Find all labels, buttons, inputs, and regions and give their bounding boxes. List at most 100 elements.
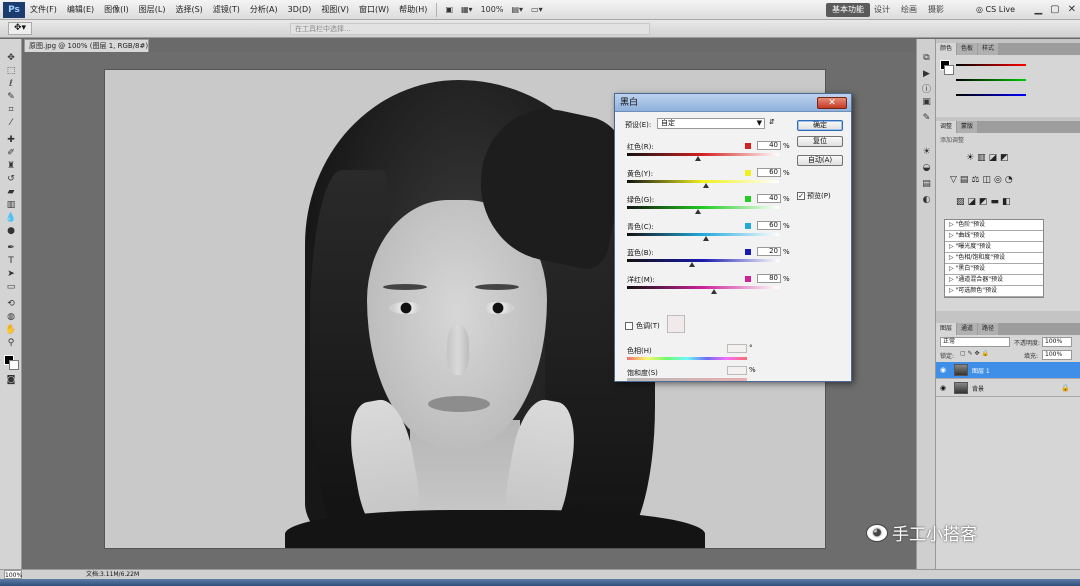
preview-checkbox-row[interactable]: ✓ 预览(P) bbox=[797, 191, 831, 201]
tool-preset-picker[interactable]: ✥▾ bbox=[8, 22, 32, 35]
tools-panel-icon[interactable]: ▤ bbox=[921, 179, 932, 190]
type-tool-icon[interactable]: T bbox=[5, 256, 17, 266]
layer-row[interactable]: ◉ 图层 1 bbox=[936, 362, 1080, 379]
menu-filter[interactable]: 滤镜(T) bbox=[208, 4, 245, 15]
crop-tool-icon[interactable]: ⌗ bbox=[5, 105, 17, 115]
menu-help[interactable]: 帮助(H) bbox=[394, 4, 432, 15]
adjust-row-1[interactable]: ☀▥◪◩ bbox=[966, 153, 1012, 163]
channel-track[interactable] bbox=[627, 285, 779, 289]
preset-list-item[interactable]: ▷ "黑白"预设 bbox=[945, 264, 1043, 275]
color-bg-swatch[interactable] bbox=[944, 65, 954, 75]
tab-swatches[interactable]: 色板 bbox=[957, 43, 978, 55]
eraser-tool-icon[interactable]: ▰ bbox=[5, 187, 17, 197]
gradient-tool-icon[interactable]: ▥ bbox=[5, 200, 17, 210]
tab-paths[interactable]: 路径 bbox=[978, 323, 999, 335]
tab-adjustments[interactable]: 调整 bbox=[936, 121, 957, 133]
hue-field[interactable] bbox=[727, 344, 747, 353]
workspace-painting[interactable]: 绘画 bbox=[901, 3, 917, 17]
dodge-tool-icon[interactable]: ● bbox=[5, 226, 17, 236]
channel-value-field[interactable]: 40 bbox=[757, 194, 781, 203]
hand-tool-icon[interactable]: ✋ bbox=[5, 325, 17, 335]
status-zoom[interactable]: 100% bbox=[4, 570, 22, 579]
zoom-level[interactable]: 100% bbox=[477, 5, 508, 14]
menu-view[interactable]: 视图(V) bbox=[316, 4, 354, 15]
channel-slider-thumb[interactable] bbox=[703, 235, 710, 241]
blue-slider[interactable] bbox=[956, 94, 1026, 96]
shape-tool-icon[interactable]: ▭ bbox=[5, 282, 17, 292]
saturation-field[interactable] bbox=[727, 366, 747, 375]
brightness-panel-icon[interactable]: ☀ bbox=[921, 147, 932, 158]
3d-orbit-icon[interactable]: ◍ bbox=[5, 312, 17, 322]
quick-mask-icon[interactable]: ◙ bbox=[5, 375, 17, 385]
brush-tool-icon[interactable]: ✐ bbox=[5, 148, 17, 158]
workspace-essentials[interactable]: 基本功能 bbox=[826, 3, 870, 17]
menu-3d[interactable]: 3D(D) bbox=[283, 5, 317, 14]
red-slider[interactable] bbox=[956, 64, 1026, 66]
preset-select[interactable]: 自定 ▼ bbox=[657, 118, 765, 129]
auto-button[interactable]: 自动(A) bbox=[797, 155, 843, 166]
reset-button[interactable]: 复位 bbox=[797, 136, 843, 147]
actions-panel-icon[interactable]: ▶ bbox=[921, 69, 932, 80]
navigator-panel-icon[interactable]: ▣ bbox=[921, 97, 932, 108]
info-panel-icon[interactable]: ⓘ bbox=[921, 85, 932, 96]
tint-row[interactable]: 色调(T) bbox=[625, 321, 660, 331]
channel-track[interactable] bbox=[627, 259, 779, 262]
tab-masks[interactable]: 蒙版 bbox=[957, 121, 978, 133]
menu-file[interactable]: 文件(F) bbox=[25, 4, 62, 15]
preset-list-item[interactable]: ▷ "通道混合器"预设 bbox=[945, 275, 1043, 286]
preset-list-item[interactable]: ▷ "色相/饱和度"预设 bbox=[945, 253, 1043, 264]
path-select-icon[interactable]: ➤ bbox=[5, 269, 17, 279]
history-panel-icon[interactable]: ⧉ bbox=[921, 53, 932, 64]
tab-color[interactable]: 颜色 bbox=[936, 43, 957, 55]
menu-edit[interactable]: 编辑(E) bbox=[62, 4, 99, 15]
minimize-icon[interactable]: ▁ bbox=[1034, 4, 1042, 16]
layer-row[interactable]: ◉ 背景 🔒 bbox=[936, 380, 1080, 397]
fill-field[interactable]: 100% bbox=[1042, 350, 1072, 360]
pen-tool-icon[interactable]: ✒ bbox=[5, 243, 17, 253]
menu-layer[interactable]: 图层(L) bbox=[134, 4, 171, 15]
preset-list-item[interactable]: ▷ "曲线"预设 bbox=[945, 231, 1043, 242]
brush-panel-icon[interactable]: ✎ bbox=[921, 113, 932, 124]
channel-slider-thumb[interactable] bbox=[689, 262, 696, 267]
tab-layers[interactable]: 图层 bbox=[936, 323, 957, 335]
view-extras-icon[interactable]: ▦▾ bbox=[457, 5, 477, 14]
channel-slider-thumb[interactable] bbox=[703, 182, 710, 188]
marquee-tool-icon[interactable]: ⬚ bbox=[5, 66, 17, 76]
bridge-icon[interactable]: ▣ bbox=[441, 5, 457, 14]
background-color-swatch[interactable] bbox=[9, 360, 19, 370]
eye-icon[interactable]: ◉ bbox=[940, 384, 950, 392]
channel-track[interactable] bbox=[627, 206, 779, 209]
tab-styles[interactable]: 样式 bbox=[978, 43, 999, 55]
dialog-close-button[interactable]: ✕ bbox=[817, 97, 847, 109]
lasso-tool-icon[interactable]: ℓ bbox=[5, 79, 17, 89]
3d-rotate-icon[interactable]: ⟲ bbox=[5, 299, 17, 309]
eyedropper-tool-icon[interactable]: ⁄ bbox=[5, 118, 17, 128]
paragraph-panel-icon[interactable]: ◐ bbox=[921, 195, 932, 206]
menu-select[interactable]: 选择(S) bbox=[170, 4, 207, 15]
healing-brush-icon[interactable]: ✚ bbox=[5, 135, 17, 145]
clone-stamp-icon[interactable]: ♜ bbox=[5, 161, 17, 171]
arrange-icon[interactable]: ▤▾ bbox=[507, 5, 527, 14]
quick-select-tool-icon[interactable]: ✎ bbox=[5, 92, 17, 102]
workspace-photography[interactable]: 摄影 bbox=[928, 3, 944, 17]
tint-checkbox[interactable] bbox=[625, 322, 633, 330]
screen-mode-icon[interactable]: ▭▾ bbox=[527, 5, 547, 14]
menu-window[interactable]: 窗口(W) bbox=[354, 4, 394, 15]
clone-source-icon[interactable]: ◒ bbox=[921, 163, 932, 174]
channel-slider-thumb[interactable] bbox=[710, 288, 717, 294]
preset-list-item[interactable]: ▷ "色阶"预设 bbox=[945, 220, 1043, 231]
blend-mode-select[interactable]: 正常 bbox=[940, 337, 1010, 347]
preview-checkbox[interactable]: ✓ bbox=[797, 192, 805, 200]
adjust-row-2[interactable]: ▽▤⚖◫◎◔ bbox=[950, 175, 1016, 185]
menu-image[interactable]: 图像(I) bbox=[99, 4, 134, 15]
lock-icons[interactable]: ▢ ✎ ✥ 🔒 bbox=[960, 350, 989, 357]
opacity-field[interactable]: 100% bbox=[1042, 337, 1072, 347]
channel-value-field[interactable]: 20 bbox=[757, 247, 781, 256]
channel-value-field[interactable]: 60 bbox=[757, 220, 781, 230]
document-tab[interactable]: 原图.jpg @ 100% (图层 1, RGB/8#) * bbox=[24, 39, 149, 52]
close-icon[interactable]: ✕ bbox=[1068, 4, 1076, 16]
saturation-track[interactable] bbox=[627, 378, 747, 381]
tint-color-swatch[interactable] bbox=[667, 315, 685, 333]
history-brush-icon[interactable]: ↺ bbox=[5, 174, 17, 184]
workspace-design[interactable]: 设计 bbox=[874, 3, 890, 17]
